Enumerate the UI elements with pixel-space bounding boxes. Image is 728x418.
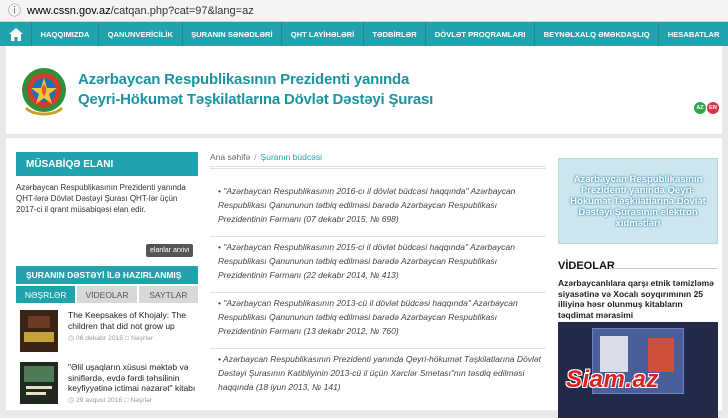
nav-item-events[interactable]: TƏDBİRLƏR [364, 22, 427, 46]
news-title[interactable]: The Keepsakes of Khojaly: The children t… [68, 310, 198, 331]
nav-item-council-documents[interactable]: ŞURANIN SƏNƏDLƏRİ [183, 22, 283, 46]
folder-icon: □ [124, 397, 129, 404]
divider [210, 348, 546, 349]
state-emblem-logo[interactable] [20, 62, 68, 120]
video-caption[interactable]: Azərbaycanlılara qarşı etnik təmizləmə s… [558, 278, 718, 320]
site-title-line2[interactable]: Qeyri-Hökumət Təşkilatlarına Dövlət Dəst… [78, 91, 433, 108]
news-meta: ◷ 06 dekabr 2015 □ Nəşrlər [68, 335, 153, 342]
tab-publications[interactable]: NƏŞRLƏR [16, 286, 76, 303]
archive-button[interactable]: elanlar arxivi [146, 244, 194, 257]
nav-item-about[interactable]: HAQQIMIZDA [32, 22, 100, 46]
site-title-line1[interactable]: Azərbaycan Respublikasının Prezidenti ya… [78, 71, 409, 88]
article-link-2015-budget[interactable]: • "Azərbaycan Respublikasının 2015-ci il… [218, 240, 544, 282]
browser-address-bar[interactable]: ⓘ www.cssn.gov.az/catqan.php?cat=97&lang… [0, 0, 728, 22]
tab-sites[interactable]: SAYTLAR [138, 286, 198, 303]
breadcrumb-home[interactable]: Ana səhifə [210, 152, 250, 162]
news-meta: ◷ 29 avqust 2016 □ Nəşrlər [68, 397, 153, 404]
list-item[interactable]: The Keepsakes of Khojaly: The children t… [16, 310, 198, 356]
divider [210, 292, 546, 293]
divider [210, 236, 546, 237]
lang-en-button[interactable]: EN [707, 102, 719, 114]
nav-item-state-programs[interactable]: DÖVLƏT PROQRAMLARI [426, 22, 536, 46]
news-title[interactable]: "Əlil uşaqların xüsusi məktəb və siniflə… [68, 362, 198, 394]
main-nav: HAQQIMIZDA QANUNVERİCİLİK ŞURANIN SƏNƏDL… [0, 22, 728, 46]
list-item[interactable]: "Əlil uşaqların xüsusi məktəb və siniflə… [16, 362, 198, 408]
nav-item-international-cooperation[interactable]: BEYNƏLXALQ ƏMƏKDAŞLIQ [535, 22, 660, 46]
url-text[interactable]: www.cssn.gov.az/catqan.php?cat=97&lang=a… [27, 5, 254, 17]
contest-heading: MÜSABİQƏ ELANI [16, 152, 198, 176]
article-link-expense-estimate[interactable]: • Azərbaycan Respublikasının Prezidenti … [218, 352, 544, 394]
page-info-icon[interactable]: ⓘ [8, 4, 21, 17]
main-column: Ana səhifə / Şuranın büdcəsi • "Azərbaycan… [210, 152, 546, 392]
clock-icon: ◷ [68, 397, 74, 404]
breadcrumb-current[interactable]: Şuranın büdcəsi [261, 152, 322, 162]
breadcrumb: Ana səhifə / Şuranın büdcəsi [210, 152, 546, 167]
breadcrumb-separator: / [254, 152, 257, 162]
nav-item-legislation[interactable]: QANUNVERİCİLİK [99, 22, 183, 46]
sidebar-tabs: NƏŞRLƏR VİDEOLAR SAYTLAR [16, 286, 198, 303]
left-sidebar: MÜSABİQƏ ELANI Azərbaycan Respublikasını… [16, 152, 198, 404]
clock-icon: ◷ [68, 335, 74, 342]
book-cover-thumbnail[interactable] [20, 362, 58, 404]
divider [610, 268, 718, 269]
videos-heading: VİDEOLAR [558, 260, 615, 272]
e-services-banner[interactable]: Azərbaycan Respublikasının Prezidenti ya… [558, 158, 718, 244]
article-link-2016-budget[interactable]: • "Azərbaycan Respublikasının 2016-cı il… [218, 184, 544, 226]
watermark-text: Siam.az [566, 366, 659, 393]
folder-icon: □ [124, 335, 130, 342]
site-header: Azərbaycan Respublikasının Prezidenti ya… [6, 46, 722, 134]
home-icon[interactable] [0, 22, 32, 46]
nav-item-ngo-projects[interactable]: QHT LAYİHƏLƏRİ [282, 22, 364, 46]
lang-az-button[interactable]: AZ [694, 102, 706, 114]
divider [210, 168, 546, 169]
book-cover-thumbnail[interactable] [20, 310, 58, 352]
tab-videos[interactable]: VİDEOLAR [77, 286, 137, 303]
nav-item-reports[interactable]: HESABATLAR [659, 22, 728, 46]
contest-text: Azərbaycan Respublikasının Prezidenti ya… [16, 183, 186, 214]
prepared-heading: ŞURANIN DƏSTƏYİ İLƏ HAZIRLANMIŞ [16, 266, 198, 284]
article-link-2013-budget[interactable]: • "Azərbaycan Respublikasının 2013-cü il… [218, 296, 544, 338]
